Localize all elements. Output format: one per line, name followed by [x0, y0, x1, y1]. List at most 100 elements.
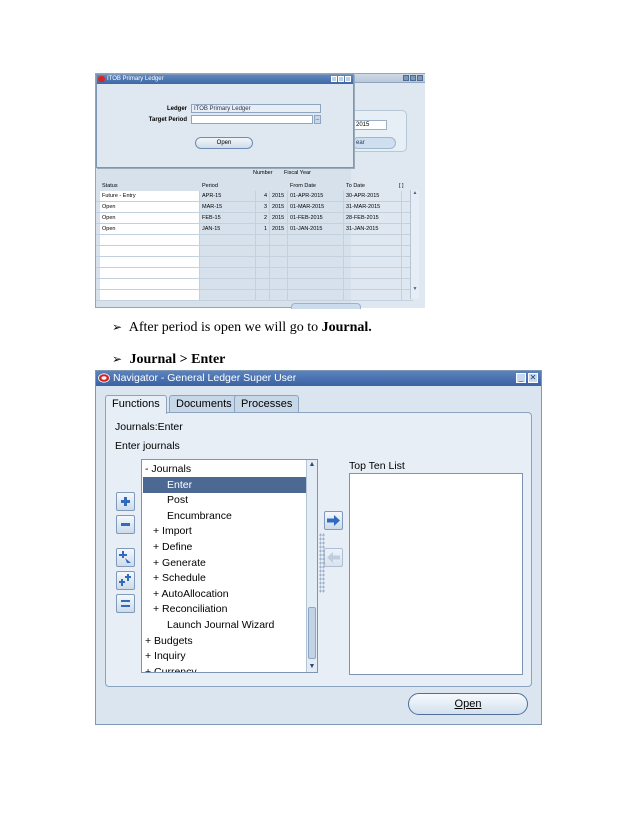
- ledger-field[interactable]: ITOB Primary Ledger: [191, 104, 321, 113]
- table-row[interactable]: Future - Entry APR-15 4 2015 01-APR-2015 30-A…: [96, 191, 413, 202]
- close-icon[interactable]: [417, 75, 423, 81]
- empty-cell[interactable]: [344, 268, 402, 278]
- empty-cell[interactable]: [288, 268, 344, 278]
- cell-number[interactable]: 2: [256, 213, 270, 223]
- empty-table-row[interactable]: [96, 268, 413, 279]
- empty-cell[interactable]: [270, 246, 288, 256]
- cell-year[interactable]: 2015: [270, 202, 288, 212]
- cell-status[interactable]: Future - Entry: [100, 191, 200, 201]
- empty-cell[interactable]: [344, 235, 402, 245]
- empty-cell[interactable]: [288, 235, 344, 245]
- tree-item[interactable]: - Journals: [143, 461, 307, 477]
- tree-item[interactable]: + Budgets: [143, 633, 307, 649]
- expand-button[interactable]: [116, 492, 135, 511]
- cell-number[interactable]: 1: [256, 224, 270, 234]
- cell-period[interactable]: JAN-15: [200, 224, 256, 234]
- cell-to[interactable]: 31-MAR-2015: [344, 202, 402, 212]
- tree-item[interactable]: + Currency: [143, 664, 307, 672]
- cell-number[interactable]: 3: [256, 202, 270, 212]
- empty-cell[interactable]: [100, 268, 200, 278]
- tab-documents[interactable]: Documents: [169, 395, 239, 413]
- scroll-thumb[interactable]: [308, 607, 316, 659]
- cell-from[interactable]: 01-JAN-2015: [288, 224, 344, 234]
- empty-cell[interactable]: [200, 257, 256, 267]
- maximize-icon[interactable]: [338, 76, 344, 82]
- tab-functions[interactable]: Functions: [105, 395, 167, 414]
- empty-cell[interactable]: [270, 279, 288, 289]
- year-field[interactable]: 2015: [353, 120, 387, 130]
- empty-cell[interactable]: [288, 257, 344, 267]
- tab-processes[interactable]: Processes: [234, 395, 300, 413]
- scroll-up-icon[interactable]: ▲: [307, 460, 317, 470]
- empty-cell[interactable]: [200, 246, 256, 256]
- empty-table-row[interactable]: [96, 246, 413, 257]
- close-icon[interactable]: ✕: [528, 373, 538, 383]
- minimize-icon[interactable]: _: [516, 373, 526, 383]
- cell-status[interactable]: Open: [100, 213, 200, 223]
- cell-number[interactable]: 4: [256, 191, 270, 201]
- tree-item[interactable]: + Inquiry: [143, 648, 307, 664]
- cell-year[interactable]: 2015: [270, 191, 288, 201]
- top-ten-list[interactable]: [349, 473, 523, 675]
- cell-from[interactable]: 01-FEB-2015: [288, 213, 344, 223]
- scroll-down-icon[interactable]: ▼: [307, 662, 317, 672]
- tree-item[interactable]: + Generate: [143, 555, 307, 571]
- collapse-button[interactable]: [116, 515, 135, 534]
- empty-cell[interactable]: [344, 290, 402, 300]
- empty-cell[interactable]: [344, 257, 402, 267]
- cell-to[interactable]: 28-FEB-2015: [344, 213, 402, 223]
- tree-scrollbar[interactable]: ▲ ▼: [306, 460, 317, 672]
- empty-cell[interactable]: [100, 235, 200, 245]
- remove-from-top-ten-button[interactable]: [324, 548, 343, 567]
- table-row[interactable]: Open JAN-15 1 2015 01-JAN-2015 31-JAN-2015: [96, 224, 413, 235]
- year-button[interactable]: ear: [352, 137, 396, 149]
- empty-cell[interactable]: [288, 290, 344, 300]
- list-of-values-button[interactable]: ...: [314, 115, 321, 124]
- close-icon[interactable]: [345, 76, 351, 82]
- empty-table-row[interactable]: [96, 290, 413, 301]
- expand-branch-button[interactable]: [116, 548, 135, 567]
- tree-item[interactable]: + Define: [143, 539, 307, 555]
- cell-year[interactable]: 2015: [270, 224, 288, 234]
- empty-cell[interactable]: [100, 279, 200, 289]
- table-scrollbar[interactable]: ▲ ▼: [410, 190, 419, 299]
- cell-status[interactable]: Open: [100, 202, 200, 212]
- cell-to[interactable]: 30-APR-2015: [344, 191, 402, 201]
- empty-cell[interactable]: [200, 268, 256, 278]
- tree-item[interactable]: + Reconciliation: [143, 601, 307, 617]
- tree-item[interactable]: Launch Journal Wizard: [143, 617, 307, 633]
- empty-cell[interactable]: [200, 279, 256, 289]
- empty-cell[interactable]: [270, 290, 288, 300]
- cell-year[interactable]: 2015: [270, 213, 288, 223]
- tree-item[interactable]: Encumbrance: [143, 508, 307, 524]
- empty-cell[interactable]: [270, 235, 288, 245]
- tree-item-selected[interactable]: Enter: [143, 476, 307, 493]
- minimize-icon[interactable]: [331, 76, 337, 82]
- empty-cell[interactable]: [100, 257, 200, 267]
- empty-cell[interactable]: [344, 279, 402, 289]
- cell-period[interactable]: FEB-15: [200, 213, 256, 223]
- empty-cell[interactable]: [200, 290, 256, 300]
- cell-to[interactable]: 31-JAN-2015: [344, 224, 402, 234]
- minimize-icon[interactable]: [403, 75, 409, 81]
- tree-item[interactable]: + AutoAllocation: [143, 586, 307, 602]
- function-tree[interactable]: - Journals Enter Post Encumbrance + Import + …: [141, 459, 318, 673]
- empty-cell[interactable]: [270, 257, 288, 267]
- cell-from[interactable]: 01-APR-2015: [288, 191, 344, 201]
- tree-item[interactable]: Post: [143, 492, 307, 508]
- empty-cell[interactable]: [256, 257, 270, 267]
- empty-cell[interactable]: [256, 246, 270, 256]
- empty-cell[interactable]: [256, 268, 270, 278]
- empty-cell[interactable]: [100, 246, 200, 256]
- empty-cell[interactable]: [288, 279, 344, 289]
- empty-table-row[interactable]: [96, 235, 413, 246]
- empty-cell[interactable]: [288, 246, 344, 256]
- add-to-top-ten-button[interactable]: [324, 511, 343, 530]
- expand-all-button[interactable]: [116, 571, 135, 590]
- target-period-field[interactable]: [191, 115, 313, 124]
- empty-table-row[interactable]: [96, 279, 413, 290]
- empty-cell[interactable]: [344, 246, 402, 256]
- table-row[interactable]: Open MAR-15 3 2015 01-MAR-2015 31-MAR-2015: [96, 202, 413, 213]
- cell-status[interactable]: Open: [100, 224, 200, 234]
- maximize-icon[interactable]: [410, 75, 416, 81]
